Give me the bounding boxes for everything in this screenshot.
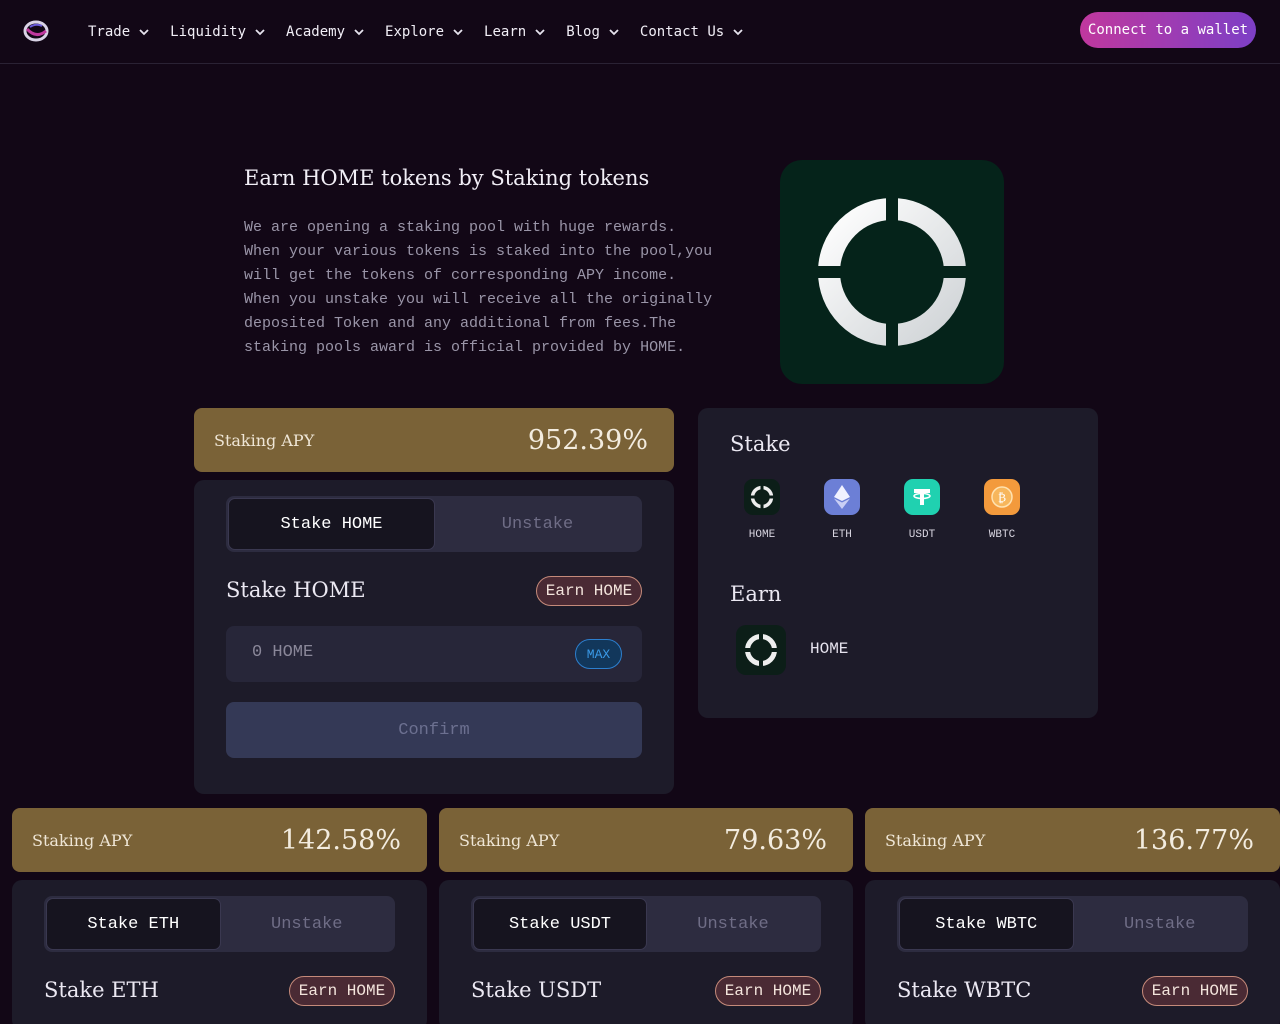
tab-stake[interactable]: Stake HOME xyxy=(228,498,435,550)
token-eth[interactable]: ETH xyxy=(812,479,872,541)
nav-item-label: Blog xyxy=(566,24,600,40)
wbtc-icon: ₿ xyxy=(984,479,1020,515)
eth-icon xyxy=(824,479,860,515)
apy-label: Staking APY xyxy=(459,830,560,850)
hero-title: Earn HOME tokens by Staking tokens xyxy=(244,166,650,190)
hero-description: We are opening a staking pool with huge … xyxy=(244,219,713,356)
amount-field: MAX xyxy=(226,626,642,682)
eth-stake-panel: Stake ETH Unstake Stake ETH Earn HOME xyxy=(12,880,427,1024)
nav-item-learn[interactable]: Learn xyxy=(484,24,546,40)
nav-item-blog[interactable]: Blog xyxy=(566,24,620,40)
nav-item-label: Explore xyxy=(385,24,445,40)
chevron-down-icon xyxy=(733,29,743,36)
top-nav: Trade Liquidity Academy Explore Learn Bl… xyxy=(0,0,1280,64)
wbtc-apy-bar: Staking APY 136.77% xyxy=(865,808,1280,872)
logo-icon[interactable] xyxy=(22,17,50,45)
stake-info-panel: Stake HOME ETH USDT ₿ WBTC Earn HOME xyxy=(698,408,1098,718)
home-token-icon xyxy=(736,625,786,675)
stake-title: Stake USDT xyxy=(471,978,602,1002)
main-stake-panel: Stake HOME Unstake Stake HOME Earn HOME … xyxy=(194,480,674,794)
tab-unstake[interactable]: Unstake xyxy=(1074,898,1247,950)
token-home[interactable]: HOME xyxy=(732,479,792,541)
nav-menu: Trade Liquidity Academy Explore Learn Bl… xyxy=(88,0,764,64)
nav-item-liquidity[interactable]: Liquidity xyxy=(170,24,266,40)
token-name: USDT xyxy=(908,529,936,541)
connect-wallet-button[interactable]: Connect to a wallet xyxy=(1080,12,1256,48)
chevron-down-icon xyxy=(535,29,545,36)
tab-unstake[interactable]: Unstake xyxy=(647,898,819,950)
usdt-apy-bar: Staking APY 79.63% xyxy=(439,808,853,872)
svg-text:₿: ₿ xyxy=(998,491,1006,505)
apy-value: 142.58% xyxy=(280,824,401,856)
chevron-down-icon xyxy=(139,29,149,36)
apy-label: Staking APY xyxy=(214,430,315,450)
stake-tabs: Stake ETH Unstake xyxy=(44,896,395,952)
earn-badge: Earn HOME xyxy=(289,976,395,1006)
home-token-icon xyxy=(744,479,780,515)
apy-value: 952.39% xyxy=(527,424,648,456)
stake-tabs: Stake WBTC Unstake xyxy=(897,896,1248,952)
home-ring-icon xyxy=(817,197,967,347)
stake-tabs: Stake HOME Unstake xyxy=(226,496,642,552)
main-apy-bar: Staking APY 952.39% xyxy=(194,408,674,472)
tab-unstake[interactable]: Unstake xyxy=(221,898,394,950)
stake-title: Stake HOME xyxy=(226,578,366,602)
chevron-down-icon xyxy=(255,29,265,36)
tab-unstake[interactable]: Unstake xyxy=(435,498,640,550)
chevron-down-icon xyxy=(354,29,364,36)
earn-badge: Earn HOME xyxy=(715,976,821,1006)
earn-badge: Earn HOME xyxy=(1142,976,1248,1006)
token-wbtc[interactable]: ₿ WBTC xyxy=(972,479,1032,541)
nav-item-label: Academy xyxy=(286,24,346,40)
chevron-down-icon xyxy=(609,29,619,36)
wbtc-stake-panel: Stake WBTC Unstake Stake WBTC Earn HOME xyxy=(865,880,1280,1024)
tab-stake[interactable]: Stake ETH xyxy=(46,898,221,950)
apy-label: Staking APY xyxy=(32,830,133,850)
token-name: HOME xyxy=(748,529,776,541)
amount-input[interactable] xyxy=(252,643,552,662)
stake-heading: Stake xyxy=(730,432,791,456)
stake-title: Stake ETH xyxy=(44,978,159,1002)
tab-stake[interactable]: Stake USDT xyxy=(473,898,647,950)
apy-value: 136.77% xyxy=(1133,824,1254,856)
usdt-stake-panel: Stake USDT Unstake Stake USDT Earn HOME xyxy=(439,880,853,1024)
token-usdt[interactable]: USDT xyxy=(892,479,952,541)
usdt-icon xyxy=(904,479,940,515)
nav-item-label: Liquidity xyxy=(170,24,247,40)
apy-label: Staking APY xyxy=(885,830,986,850)
chevron-down-icon xyxy=(453,29,463,36)
token-name: ETH xyxy=(832,529,852,541)
earn-badge: Earn HOME xyxy=(536,576,642,606)
nav-item-academy[interactable]: Academy xyxy=(286,24,365,40)
stake-title: Stake WBTC xyxy=(897,978,1032,1002)
nav-item-label: Trade xyxy=(88,24,131,40)
earn-heading: Earn xyxy=(730,582,782,606)
token-name: WBTC xyxy=(988,529,1016,541)
confirm-button[interactable]: Confirm xyxy=(226,702,642,758)
nav-item-label: Learn xyxy=(484,24,527,40)
eth-apy-bar: Staking APY 142.58% xyxy=(12,808,427,872)
nav-item-explore[interactable]: Explore xyxy=(385,24,464,40)
max-button[interactable]: MAX xyxy=(575,639,622,669)
stake-tabs: Stake USDT Unstake xyxy=(471,896,821,952)
earn-token-name: HOME xyxy=(810,640,849,658)
home-token-logo xyxy=(780,160,1004,384)
nav-item-label: Contact Us xyxy=(639,24,725,40)
nav-item-trade[interactable]: Trade xyxy=(88,24,150,40)
nav-item-contact-us[interactable]: Contact Us xyxy=(640,24,744,40)
tab-stake[interactable]: Stake WBTC xyxy=(899,898,1074,950)
apy-value: 79.63% xyxy=(724,824,827,856)
